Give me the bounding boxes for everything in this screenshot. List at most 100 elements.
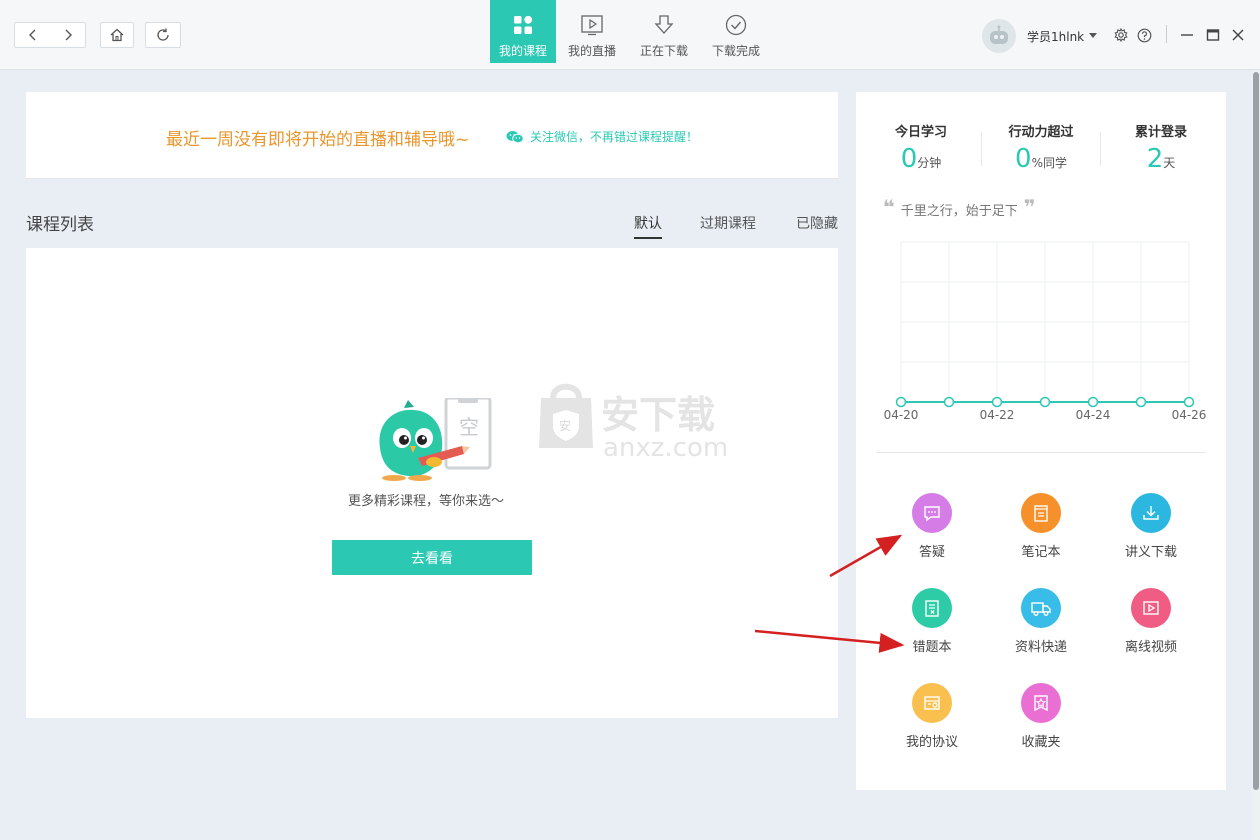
tool-label: 讲义下载 (1124, 545, 1177, 560)
avatar[interactable] (982, 19, 1016, 53)
divider (876, 452, 1206, 453)
stat-number: 0 (900, 144, 918, 174)
stat-total-logins: 累计登录 2天 (1106, 121, 1216, 174)
back-arrow-icon[interactable] (15, 23, 50, 47)
download-tray-icon (1131, 493, 1171, 533)
stat-unit: 天 (1163, 156, 1176, 170)
course-list-panel: 空 安 安下载 anxz.com 更多精彩课程，等你来选～ 去看看 (26, 248, 838, 718)
tool-label: 答疑 (918, 545, 945, 560)
mascot-illustration: 空 (379, 398, 492, 481)
wechat-link-text: 关注微信，不再错过课程提醒！ (530, 130, 699, 144)
home-icon (110, 28, 124, 42)
x-tick-label: 04-22 (980, 408, 1015, 422)
tab-expired-courses[interactable]: 过期课程 (700, 213, 756, 233)
study-sidebar: 今日学习 0分钟 行动力超过 0%同学 累计登录 2天 ❝ 千里之行，始于足下 … (856, 92, 1226, 790)
stat-unit: 分钟 (917, 156, 942, 170)
empty-badge-text: 空 (459, 415, 479, 439)
star-bookmark-icon (1021, 683, 1061, 723)
tab-label: 我的直播 (567, 44, 616, 58)
live-notice-banner: 最近一周没有即将开始的直播和辅导哦~ 关注微信，不再错过课程提醒！ (26, 92, 838, 179)
tool-qa[interactable]: 答疑 (887, 493, 977, 560)
tool-my-agreement[interactable]: 我的协议 (887, 683, 977, 750)
motto-quote: ❝ 千里之行，始于足下 ❞ (883, 195, 1036, 219)
stat-number: 2 (1146, 144, 1164, 174)
watermark-domain: anxz.com (603, 433, 728, 463)
help-icon[interactable] (1136, 27, 1152, 43)
tool-label: 笔记本 (1021, 545, 1061, 560)
tab-downloading[interactable]: 正在下载 (628, 0, 700, 63)
empty-state-text: 更多精彩课程，等你来选～ (348, 494, 505, 509)
x-tick-label: 04-24 (1076, 408, 1111, 422)
wechat-follow-link[interactable]: 关注微信，不再错过课程提醒！ (506, 128, 698, 145)
x-tick-label: 04-26 (1172, 408, 1207, 422)
video-icon (1131, 588, 1171, 628)
home-button[interactable] (100, 22, 134, 48)
stat-label: 累计登录 (1134, 125, 1187, 140)
maximize-icon[interactable] (1205, 27, 1221, 43)
chevron-down-icon[interactable] (1089, 33, 1097, 38)
gear-icon[interactable] (1113, 27, 1129, 43)
tab-label: 我的课程 (498, 44, 547, 58)
tab-default[interactable]: 默认 (634, 213, 662, 239)
minimize-icon[interactable] (1179, 27, 1195, 43)
open-quote-icon: ❝ (883, 195, 895, 219)
tool-label: 收藏夹 (1021, 735, 1061, 750)
forward-arrow-icon[interactable] (50, 23, 85, 47)
scrollbar-thumb[interactable] (1253, 72, 1259, 790)
close-icon[interactable] (1230, 27, 1246, 43)
watermark-brand: 安下载 (601, 393, 715, 437)
wechat-icon (506, 130, 524, 143)
stat-today-study: 今日学习 0分钟 (866, 121, 976, 174)
tool-favorites[interactable]: 收藏夹 (996, 683, 1086, 750)
main-nav-tabs: 我的课程 我的直播 正在下载 下载完成 (490, 0, 772, 63)
stat-value: 2天 (1106, 144, 1216, 174)
notebook-icon (1021, 493, 1061, 533)
data-point (1087, 396, 1099, 408)
tool-material-delivery[interactable]: 资料快递 (996, 588, 1086, 655)
tab-hidden-courses[interactable]: 已隐藏 (796, 213, 838, 233)
close-quote-icon: ❞ (1023, 195, 1036, 219)
agreement-icon (912, 683, 952, 723)
quote-text: 千里之行，始于足下 (900, 204, 1018, 219)
robot-avatar-icon (990, 25, 1008, 44)
grid-icon (514, 15, 533, 34)
username[interactable]: 学员1hlnk (1027, 28, 1084, 45)
data-point (1135, 396, 1147, 408)
tab-downloaded[interactable]: 下载完成 (700, 0, 772, 63)
divider (981, 132, 982, 166)
divider (1166, 25, 1167, 43)
back-forward-buttons (14, 22, 86, 48)
refresh-button[interactable] (145, 22, 181, 48)
stat-label: 行动力超过 (1008, 125, 1074, 140)
tool-label: 资料快递 (1014, 640, 1067, 655)
divider (1100, 132, 1101, 166)
live-play-icon (581, 15, 603, 36)
tool-label: 我的协议 (905, 735, 958, 750)
notice-text: 最近一周没有即将开始的直播和辅导哦~ (166, 130, 470, 150)
data-point (991, 396, 1003, 408)
tool-label: 离线视频 (1124, 640, 1177, 655)
data-point (943, 396, 955, 408)
tool-label: 错题本 (912, 640, 952, 655)
tab-my-courses[interactable]: 我的课程 (490, 0, 556, 63)
check-circle-icon (725, 14, 747, 36)
stat-number: 0 (1015, 144, 1032, 174)
tab-label: 正在下载 (639, 44, 688, 58)
anxz-watermark: 安 安下载 anxz.com (539, 383, 728, 463)
tab-my-live[interactable]: 我的直播 (556, 0, 628, 63)
stat-label: 今日学习 (894, 125, 947, 140)
x-tick-label: 04-20 (884, 408, 919, 422)
tool-offline-video[interactable]: 离线视频 (1106, 588, 1196, 655)
tool-wrong-questions[interactable]: 错题本 (887, 588, 977, 655)
download-arrow-icon (654, 15, 674, 34)
watermark-badge: 安 (559, 418, 571, 433)
tool-handout-download[interactable]: 讲义下载 (1106, 493, 1196, 560)
browse-courses-button[interactable]: 去看看 (332, 540, 532, 575)
tool-notebook[interactable]: 笔记本 (996, 493, 1086, 560)
stat-unit: %同学 (1031, 156, 1067, 170)
course-list-title: 课程列表 (26, 215, 94, 235)
title-bar: 我的课程 我的直播 正在下载 下载完成 学员1hlnk (0, 0, 1260, 70)
truck-icon (1021, 588, 1061, 628)
chat-bubble-icon (912, 493, 952, 533)
data-point (1039, 396, 1051, 408)
